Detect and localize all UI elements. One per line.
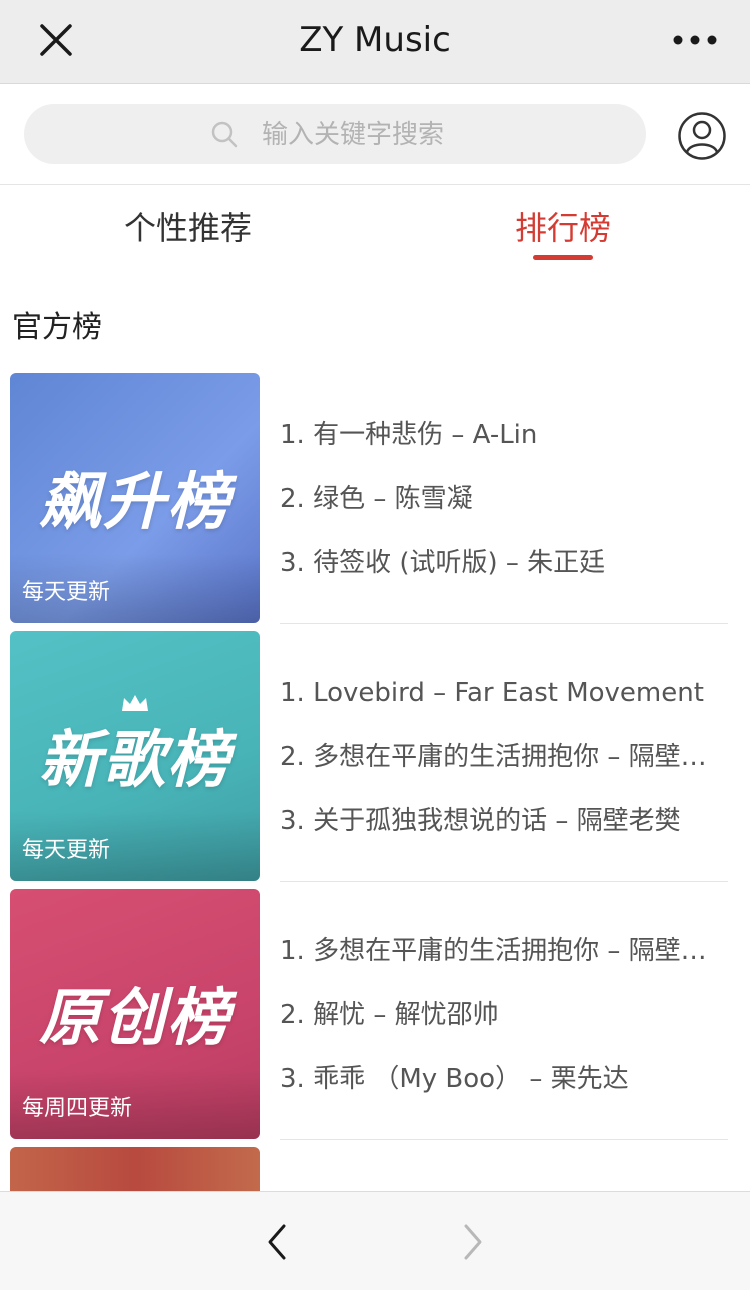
track-item: 2. 解忧 – 解忧邵帅 (280, 1000, 499, 1030)
tab-ranking[interactable]: 排行榜 (515, 206, 611, 250)
track-item: 3. 乖乖 （My Boo） – 栗先达 (280, 1064, 629, 1094)
search-input[interactable] (260, 114, 634, 156)
cover-title: 新歌榜 (38, 723, 231, 796)
back-button[interactable] (262, 1222, 292, 1262)
update-frequency: 每天更新 (22, 838, 111, 863)
chart-cover: 新歌榜 每天更新 (10, 631, 260, 881)
track-item: 1. 有一种悲伤 – A-Lin (280, 420, 538, 450)
chart-item-original[interactable]: 原创榜 每周四更新 1. 多想在平庸的生活拥抱你 – 隔壁老樊 2. 解忧 – … (10, 889, 728, 1140)
bottom-nav-bar (0, 1191, 750, 1290)
search-bar[interactable] (24, 104, 646, 164)
track-list: 1. 多想在平庸的生活拥抱你 – 隔壁老樊 2. 解忧 – 解忧邵帅 3. 乖乖… (280, 889, 728, 1140)
track-item: 3. 关于孤独我想说的话 – 隔壁老樊 (280, 806, 681, 836)
user-icon (678, 112, 726, 160)
track-item: 2. 多想在平庸的生活拥抱你 – 隔壁老樊 (280, 742, 728, 772)
forward-icon (464, 1224, 482, 1260)
active-tab-indicator (533, 255, 593, 260)
back-icon (268, 1224, 286, 1260)
more-icon (673, 35, 717, 45)
search-icon (211, 121, 238, 148)
update-frequency: 每天更新 (22, 580, 111, 605)
track-list: 1. 有一种悲伤 – A-Lin 2. 绿色 – 陈雪凝 3. 待签收 (试听版… (280, 373, 728, 624)
user-button[interactable] (676, 110, 728, 162)
track-item: 1. Lovebird – Far East Movement (280, 678, 704, 708)
cover-title: 飙升榜 (38, 465, 231, 538)
update-frequency: 每周四更新 (22, 1096, 133, 1121)
divider (0, 184, 750, 185)
forward-button[interactable] (458, 1222, 488, 1262)
chart-cover: 原创榜 每周四更新 (10, 889, 260, 1139)
track-item: 3. 待签收 (试听版) – 朱正廷 (280, 548, 606, 578)
chart-cover: 飙升榜 每天更新 (10, 373, 260, 623)
chart-item-new[interactable]: 新歌榜 每天更新 1. Lovebird – Far East Movement… (10, 631, 728, 882)
cover-title: 原创榜 (38, 981, 231, 1054)
title-bar: ZY Music (0, 0, 750, 84)
more-button[interactable] (670, 24, 720, 56)
section-title: 官方榜 (12, 310, 102, 345)
track-item: 1. 多想在平庸的生活拥抱你 – 隔壁老樊 (280, 936, 728, 966)
track-item: 2. 绿色 – 陈雪凝 (280, 484, 473, 514)
chart-cover-partial[interactable] (10, 1147, 260, 1191)
app-title: ZY Music (299, 20, 451, 60)
tab-recommend[interactable]: 个性推荐 (124, 206, 252, 250)
track-list: 1. Lovebird – Far East Movement 2. 多想在平庸… (280, 631, 728, 882)
chart-item-soaring[interactable]: 飙升榜 每天更新 1. 有一种悲伤 – A-Lin 2. 绿色 – 陈雪凝 3.… (10, 373, 728, 624)
